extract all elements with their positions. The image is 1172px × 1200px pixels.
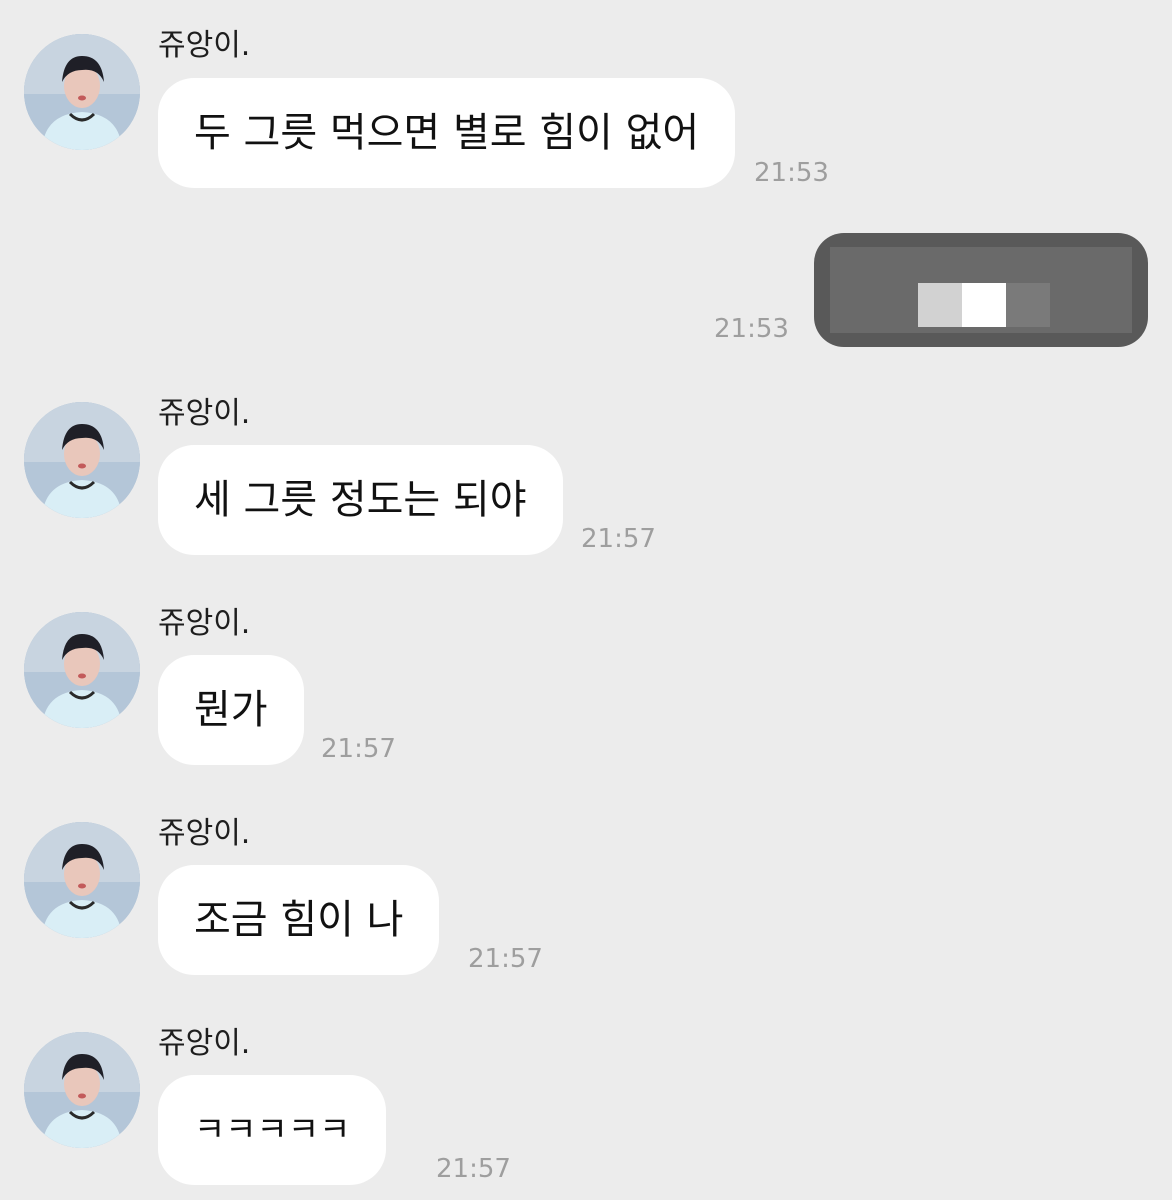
sender-name: 쥬앙이. xyxy=(158,1026,251,1061)
avatar[interactable] xyxy=(24,612,140,728)
sender-name: 쥬앙이. xyxy=(158,816,251,851)
avatar[interactable] xyxy=(24,34,140,150)
message-timestamp: 21:57 xyxy=(581,524,656,554)
message-timestamp: 21:57 xyxy=(468,944,543,974)
sender-name: 쥬앙이. xyxy=(158,606,251,641)
message-bubble[interactable]: 뭔가 xyxy=(158,655,304,765)
redacted-message-bubble[interactable] xyxy=(814,233,1148,347)
message-bubble[interactable]: ㅋㅋㅋㅋㅋ xyxy=(158,1075,387,1185)
message-timestamp: 21:53 xyxy=(714,314,789,344)
message-bubble[interactable]: 조금 힘이 나 xyxy=(158,865,440,975)
message-bubble[interactable]: 세 그릇 정도는 되야 xyxy=(158,445,563,555)
sender-name: 쥬앙이. xyxy=(158,28,251,63)
sender-name: 쥬앙이. xyxy=(158,396,251,431)
message-bubble[interactable]: 두 그릇 먹으면 별로 힘이 없어 xyxy=(158,78,736,188)
redaction-block xyxy=(1006,283,1050,327)
chat-window: 쥬앙이. 두 그릇 먹으면 별로 힘이 없어 21:53 21:53 쥬앙이. xyxy=(0,0,1172,1200)
message-timestamp: 21:57 xyxy=(436,1154,511,1184)
redaction-block xyxy=(918,283,962,327)
redaction-block xyxy=(962,283,1006,327)
avatar[interactable] xyxy=(24,822,140,938)
avatar[interactable] xyxy=(24,1032,140,1148)
message-timestamp: 21:53 xyxy=(754,158,829,188)
message-timestamp: 21:57 xyxy=(321,734,396,764)
avatar[interactable] xyxy=(24,402,140,518)
